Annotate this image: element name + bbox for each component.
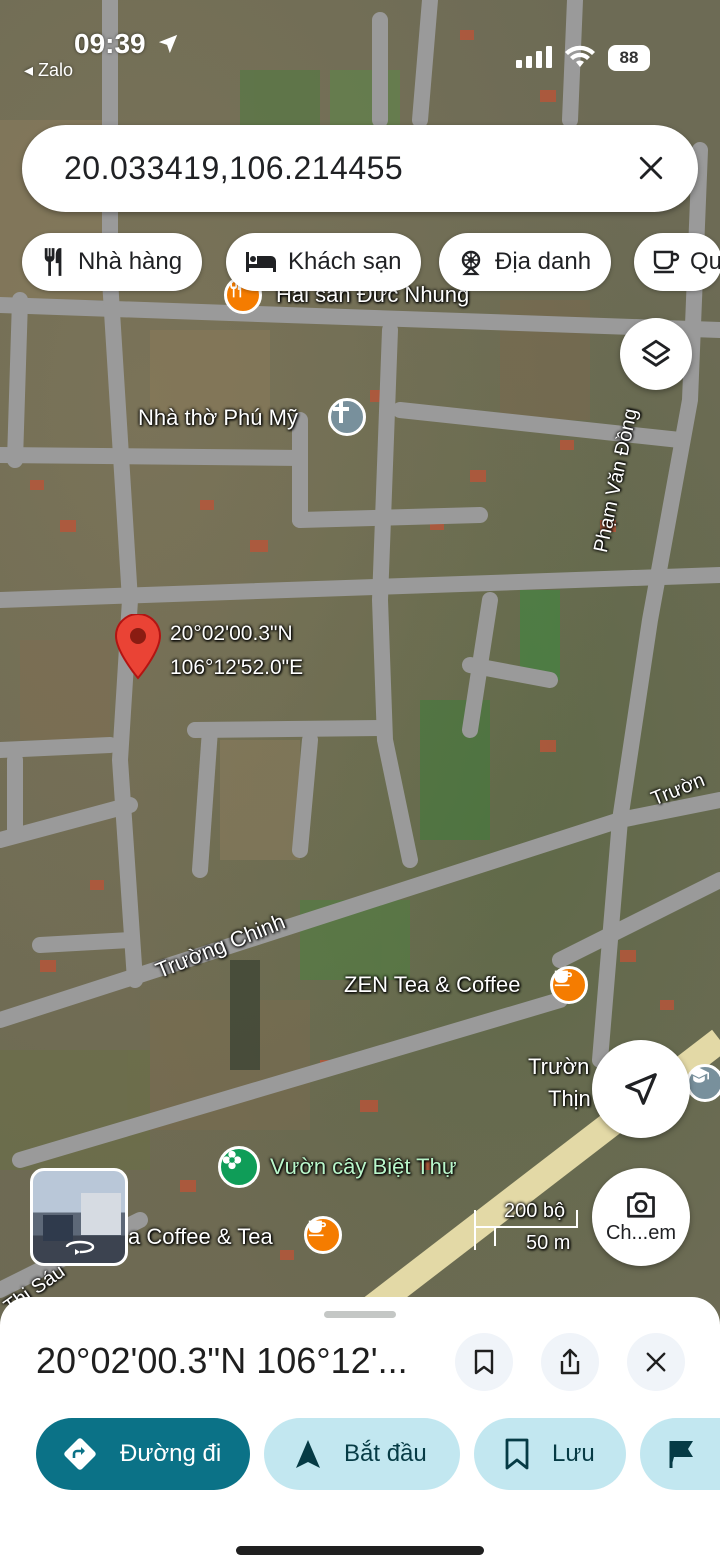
camera-search-button[interactable]: Ch...em (592, 1168, 690, 1266)
poi-label-church[interactable]: Nhà thờ Phú Mỹ (138, 405, 298, 431)
back-to-app[interactable]: ◂ Zalo (24, 60, 73, 81)
directions-label: Đường đi (120, 1440, 222, 1467)
coffee-cup-icon (653, 250, 680, 274)
garden-poi-icon[interactable] (218, 1146, 260, 1188)
sheet-drag-handle[interactable] (324, 1311, 396, 1318)
search-input[interactable]: 20.033419,106.214455 (64, 150, 403, 187)
layers-icon (641, 339, 671, 367)
scale-metric: 50 m (526, 1232, 571, 1254)
location-arrow-icon (159, 34, 178, 54)
place-title: 20°02'00.3"N 106°12'... (36, 1340, 408, 1381)
cellular-signal-icon (516, 46, 552, 68)
share-button[interactable] (541, 1333, 599, 1391)
search-bar[interactable]: 20.033419,106.214455 (22, 125, 698, 212)
start-label: Bắt đầu (344, 1440, 427, 1467)
school-poi-icon[interactable] (686, 1064, 720, 1102)
cafe-poi-icon[interactable] (304, 1216, 342, 1254)
poi-label-zen-coffee[interactable]: ZEN Tea & Coffee (344, 972, 521, 998)
layers-button[interactable] (620, 318, 692, 390)
close-icon (639, 156, 663, 180)
coffee-cup-icon (554, 970, 572, 987)
wifi-icon (565, 45, 595, 67)
pin-coords-line2: 106°12'52.0"E (170, 656, 304, 679)
save-label: Lưu (552, 1440, 595, 1467)
coffee-cup-icon (308, 1220, 326, 1237)
chip-label: Nhà hàng (78, 248, 183, 275)
chip-landmarks[interactable]: Địa danh (439, 233, 612, 291)
save-bookmark-button[interactable] (455, 1333, 513, 1391)
camera-label: Ch...em (605, 1221, 677, 1244)
restaurant-icon (44, 248, 62, 276)
camera-icon (627, 1191, 655, 1218)
church-poi-icon[interactable] (328, 398, 366, 436)
bookmark-icon (505, 1438, 529, 1470)
poi-label-garden[interactable]: Vườn cây Biệt Thự (270, 1154, 457, 1180)
street-view-thumbnail[interactable] (30, 1168, 128, 1266)
rotate-360-icon (65, 1240, 95, 1255)
directions-button[interactable]: Đường đi (36, 1418, 250, 1490)
poi-label-cafe-bottom[interactable]: a Coffee & Tea (128, 1224, 273, 1250)
scale-imperial: 200 bộ (504, 1200, 566, 1222)
my-location-button[interactable] (592, 1040, 690, 1138)
chip-label: Địa danh (495, 248, 592, 275)
home-indicator (236, 1546, 484, 1555)
chip-hotels[interactable]: Khách sạn (226, 233, 422, 291)
graduation-cap-icon (689, 1067, 709, 1083)
chip-label: Khách sạn (288, 248, 402, 275)
directions-icon (64, 1438, 96, 1470)
navigation-arrow-icon (625, 1073, 657, 1105)
poi-label-school[interactable]: Trườn (528, 1054, 589, 1080)
battery-indicator: 88 (608, 45, 650, 71)
bookmark-icon (474, 1349, 494, 1375)
flag-icon (669, 1441, 693, 1468)
chip-label: Qu (690, 248, 720, 275)
chip-cafes[interactable]: Qu (634, 233, 720, 291)
label-flag-button[interactable] (640, 1418, 720, 1490)
navigation-arrow-icon (296, 1440, 320, 1468)
clear-search-button[interactable] (630, 147, 672, 189)
poi-label-school-line2[interactable]: Thịn (548, 1086, 591, 1112)
landmark-icon (461, 250, 481, 276)
chip-restaurants[interactable]: Nhà hàng (22, 233, 203, 291)
flower-icon (222, 1150, 242, 1170)
map-scale: 200 bộ 50 m (474, 1200, 578, 1256)
close-icon (646, 1352, 666, 1372)
share-icon (560, 1348, 580, 1375)
place-bottom-sheet[interactable]: 20°02'00.3"N 106°12'... Đường đi Bắt đầu… (0, 1297, 720, 1566)
close-sheet-button[interactable] (627, 1333, 685, 1391)
hotel-bed-icon (246, 252, 276, 272)
pin-coords-line1: 20°02'00.3"N (170, 622, 293, 645)
cafe-poi-icon[interactable] (550, 966, 588, 1004)
status-time: 09:39 (74, 28, 179, 60)
save-button[interactable]: Lưu (474, 1418, 626, 1490)
start-button[interactable]: Bắt đầu (264, 1418, 460, 1490)
cross-icon (333, 401, 349, 423)
